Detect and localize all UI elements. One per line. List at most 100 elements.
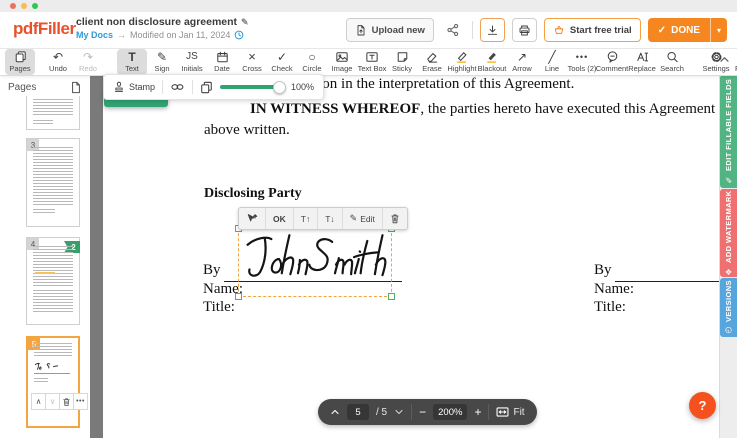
slider-knob[interactable]: [273, 81, 286, 94]
toolbar-button-tools[interactable]: ••• Tools (2): [567, 49, 597, 75]
check-icon: ✓: [277, 51, 287, 63]
ok-button[interactable]: OK: [266, 208, 294, 229]
resize-handle[interactable]: [235, 293, 242, 300]
print-button[interactable]: [512, 18, 537, 42]
window-close-button[interactable]: [10, 3, 16, 9]
page-more-options-button[interactable]: •••: [73, 393, 88, 410]
signature-john-smith[interactable]: [240, 227, 392, 291]
blackout-pen-icon: [485, 51, 499, 63]
page-thumbnail-5-selected[interactable]: 5: [26, 336, 80, 428]
page-thumbnail-2-partial[interactable]: [26, 96, 80, 130]
window-zoom-button[interactable]: [32, 3, 38, 9]
my-docs-link[interactable]: My Docs: [76, 30, 113, 40]
pdffiller-logo[interactable]: pdfFiller: [13, 19, 76, 39]
toolbar-button-undo[interactable]: ↶ Undo: [43, 49, 73, 75]
toolbar-button-initials[interactable]: JS Initials: [177, 49, 207, 75]
sidebar-scrollbar[interactable]: [90, 74, 103, 438]
edit-signature-button[interactable]: ✎ Edit: [343, 208, 383, 229]
thumbnail-text-preview: [33, 246, 73, 286]
breadcrumb-arrow-icon: →: [117, 30, 126, 40]
toolbar-button-pages[interactable]: Pages: [5, 49, 35, 75]
toolbar-button-fillout[interactable]: Fill out: [731, 49, 737, 75]
previous-page-chevron-icon[interactable]: [330, 409, 340, 415]
thumbnail-text-preview: [34, 343, 72, 357]
fit-width-icon: [496, 407, 509, 417]
tab-add-watermark[interactable]: ❖ ADD WATERMARK: [720, 189, 737, 277]
ellipsis-icon: •••: [76, 398, 85, 405]
page-actions-toolbar: ∧ ∨ •••: [32, 393, 88, 410]
by-label-right: By: [594, 262, 612, 279]
arrow-icon: ↗: [517, 51, 527, 63]
zoom-out-button[interactable]: −: [419, 406, 426, 418]
toolbar-button-highlight[interactable]: Highlight: [447, 49, 477, 75]
toolbar-button-circle[interactable]: ○ Circle: [297, 49, 327, 75]
toolbar-button-blackout[interactable]: Blackout: [477, 49, 507, 75]
thumbnail-signature-preview: [34, 362, 60, 372]
toolbar-button-textbox[interactable]: Text Box: [357, 49, 387, 75]
toolbar-button-date[interactable]: Date: [207, 49, 237, 75]
undo-icon: ↶: [53, 51, 63, 63]
delete-signature-button[interactable]: [383, 208, 407, 229]
eraser-icon: [425, 51, 439, 63]
rename-pencil-icon[interactable]: ✎: [241, 17, 249, 28]
collapse-toolbar-chevron[interactable]: [719, 56, 730, 63]
toolbar-button-replace[interactable]: Replace: [627, 49, 657, 75]
circle-icon: ○: [308, 51, 315, 63]
done-dropdown-button[interactable]: ▾: [710, 18, 727, 42]
done-button[interactable]: ✓ DONE: [648, 18, 710, 42]
thumbnail-text-preview: [33, 147, 73, 205]
caret-down-icon: ▾: [717, 26, 721, 35]
opacity-value: 100%: [291, 82, 314, 92]
copy-icon[interactable]: [200, 81, 213, 94]
toolbar-button-erase[interactable]: Erase: [417, 49, 447, 75]
move-object-button[interactable]: [239, 208, 266, 229]
subtoolbar-divider: [192, 80, 193, 94]
pages-icon: [14, 51, 27, 63]
toolbar-button-check[interactable]: ✓ Check: [267, 49, 297, 75]
decrease-size-button[interactable]: T↓: [318, 208, 342, 229]
current-page-input[interactable]: 5: [347, 404, 369, 420]
start-free-trial-button[interactable]: Start free trial: [544, 18, 641, 42]
page-thumbnail-4[interactable]: 4 2: [26, 237, 80, 325]
upload-new-button[interactable]: Upload new: [346, 18, 434, 42]
opacity-slider[interactable]: [220, 85, 284, 89]
toolbar-button-comment[interactable]: Comment: [597, 49, 627, 75]
link-icon[interactable]: [170, 81, 185, 93]
resize-handle[interactable]: [388, 293, 395, 300]
toolbar-button-image[interactable]: Image: [327, 49, 357, 75]
move-page-up-button[interactable]: ∧: [31, 393, 46, 410]
toolbar-button-arrow[interactable]: ↗ Arrow: [507, 49, 537, 75]
stamp-button[interactable]: Stamp: [113, 81, 155, 94]
title-label-right: Title:: [594, 299, 626, 316]
disclosing-party-heading: Disclosing Party: [204, 186, 302, 202]
toolbar-button-text[interactable]: T Text: [117, 49, 147, 75]
delete-page-button[interactable]: [59, 393, 74, 410]
toolbar-button-sign[interactable]: ✎ Sign: [147, 49, 177, 75]
calendar-icon: [216, 51, 229, 63]
app-header: pdfFiller client non disclosure agreemen…: [0, 12, 737, 49]
share-button[interactable]: [441, 19, 465, 41]
add-page-icon[interactable]: [70, 81, 82, 94]
tab-edit-fillable-fields[interactable]: ✎ EDIT FILLABLE FIELDS: [720, 75, 737, 188]
done-check-icon: ✓: [658, 25, 666, 36]
next-page-chevron-icon[interactable]: [394, 409, 404, 415]
move-page-down-button[interactable]: ∨: [45, 393, 60, 410]
toolbar-button-line[interactable]: ╱ Line: [537, 49, 567, 75]
tab-versions[interactable]: ◷ VERSIONS: [720, 278, 737, 337]
toolbar-button-search[interactable]: Search: [657, 49, 687, 75]
toolbar-button-sticky[interactable]: Sticky: [387, 49, 417, 75]
download-button[interactable]: [480, 18, 505, 42]
increase-size-button[interactable]: T↑: [294, 208, 318, 229]
fit-button[interactable]: Fit: [496, 407, 524, 418]
toolbar-button-redo: ↷ Redo: [73, 49, 103, 75]
help-button[interactable]: ?: [689, 392, 716, 419]
toolbar-button-cross[interactable]: × Cross: [237, 49, 267, 75]
zoom-in-button[interactable]: +: [474, 406, 481, 418]
upload-icon: [355, 24, 367, 37]
thumbnail-sign-line: [34, 373, 56, 374]
thumbnail-text-preview: [33, 209, 55, 215]
window-minimize-button[interactable]: [21, 3, 27, 9]
header-divider: [472, 21, 473, 39]
chevron-up-icon: ∧: [36, 397, 42, 406]
page-thumbnail-3[interactable]: 3: [26, 138, 80, 227]
